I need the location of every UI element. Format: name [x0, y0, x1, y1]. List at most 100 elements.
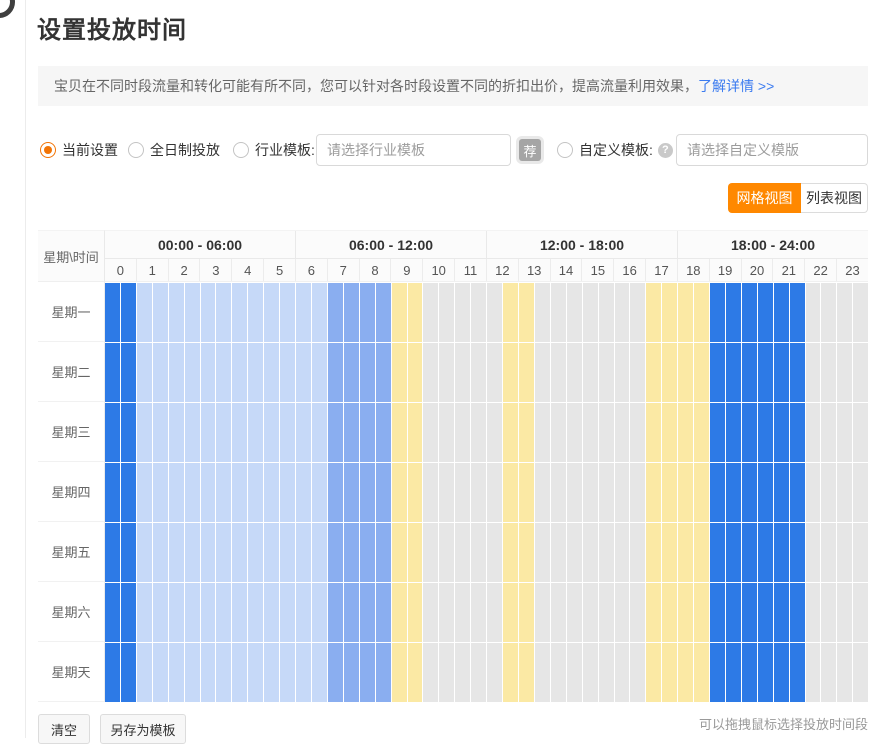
time-slot[interactable] — [423, 463, 438, 522]
time-slot[interactable] — [710, 343, 725, 402]
time-slot[interactable] — [216, 583, 231, 642]
time-slot[interactable] — [710, 583, 725, 642]
time-slot[interactable] — [455, 403, 470, 462]
time-slot[interactable] — [105, 403, 120, 462]
time-slot[interactable] — [408, 343, 423, 402]
time-slot[interactable] — [503, 463, 518, 522]
time-slot[interactable] — [519, 463, 534, 522]
time-slot[interactable] — [678, 523, 693, 582]
time-slot[interactable] — [455, 283, 470, 342]
time-slot[interactable] — [821, 403, 836, 462]
time-slot[interactable] — [503, 523, 518, 582]
time-slot[interactable] — [853, 403, 868, 462]
time-slot[interactable] — [392, 343, 407, 402]
time-slot[interactable] — [758, 463, 773, 522]
time-slot[interactable] — [312, 463, 327, 522]
time-slot[interactable] — [280, 523, 295, 582]
time-slot[interactable] — [790, 643, 805, 702]
time-slot[interactable] — [630, 583, 645, 642]
time-slot[interactable] — [296, 283, 311, 342]
time-slot[interactable] — [662, 283, 677, 342]
time-slot[interactable] — [806, 583, 821, 642]
time-slot[interactable] — [774, 463, 789, 522]
time-slot[interactable] — [121, 283, 136, 342]
time-slot[interactable] — [312, 403, 327, 462]
time-slot[interactable] — [216, 523, 231, 582]
time-slot[interactable] — [248, 583, 263, 642]
time-slot[interactable] — [583, 523, 598, 582]
time-slot[interactable] — [790, 463, 805, 522]
time-slot[interactable] — [758, 343, 773, 402]
time-slot[interactable] — [742, 523, 757, 582]
time-slot[interactable] — [439, 643, 454, 702]
time-slot[interactable] — [694, 343, 709, 402]
time-slot[interactable] — [599, 283, 614, 342]
time-slot[interactable] — [201, 643, 216, 702]
time-slot[interactable] — [232, 643, 247, 702]
time-slot[interactable] — [535, 643, 550, 702]
time-slot[interactable] — [439, 283, 454, 342]
time-slot[interactable] — [137, 283, 152, 342]
time-slot[interactable] — [551, 523, 566, 582]
time-slot[interactable] — [630, 403, 645, 462]
time-slot[interactable] — [742, 403, 757, 462]
time-slot[interactable] — [726, 463, 741, 522]
time-slot[interactable] — [360, 583, 375, 642]
time-slot[interactable] — [185, 583, 200, 642]
time-slot[interactable] — [630, 283, 645, 342]
time-slot[interactable] — [837, 523, 852, 582]
time-slot[interactable] — [296, 643, 311, 702]
time-slot[interactable] — [232, 583, 247, 642]
time-slot[interactable] — [726, 523, 741, 582]
time-slot[interactable] — [821, 643, 836, 702]
time-slot[interactable] — [408, 583, 423, 642]
time-slot[interactable] — [710, 463, 725, 522]
time-slot[interactable] — [264, 283, 279, 342]
time-slot[interactable] — [201, 343, 216, 402]
time-slot[interactable] — [344, 523, 359, 582]
time-slot[interactable] — [471, 283, 486, 342]
time-slot[interactable] — [328, 583, 343, 642]
time-slot[interactable] — [392, 283, 407, 342]
time-slot[interactable] — [328, 643, 343, 702]
time-slot[interactable] — [312, 643, 327, 702]
time-slot[interactable] — [758, 643, 773, 702]
time-slot[interactable] — [503, 583, 518, 642]
time-slot[interactable] — [774, 583, 789, 642]
time-slot[interactable] — [551, 643, 566, 702]
time-slot[interactable] — [248, 403, 263, 462]
time-slot[interactable] — [423, 283, 438, 342]
time-slot[interactable] — [153, 403, 168, 462]
time-slot[interactable] — [630, 643, 645, 702]
time-slot[interactable] — [694, 283, 709, 342]
time-slot[interactable] — [615, 283, 630, 342]
time-slot[interactable] — [599, 463, 614, 522]
time-slot[interactable] — [248, 343, 263, 402]
time-slot[interactable] — [503, 403, 518, 462]
time-slot[interactable] — [853, 463, 868, 522]
time-slot[interactable] — [376, 523, 391, 582]
time-slot[interactable] — [216, 343, 231, 402]
time-slot[interactable] — [423, 523, 438, 582]
time-slot[interactable] — [376, 283, 391, 342]
time-slot[interactable] — [774, 643, 789, 702]
time-slot[interactable] — [439, 343, 454, 402]
time-slot[interactable] — [455, 343, 470, 402]
time-slot[interactable] — [726, 343, 741, 402]
time-slot[interactable] — [344, 343, 359, 402]
time-slot[interactable] — [121, 643, 136, 702]
time-slot[interactable] — [853, 283, 868, 342]
time-slot[interactable] — [821, 583, 836, 642]
time-slot[interactable] — [423, 583, 438, 642]
time-slot[interactable] — [837, 283, 852, 342]
time-slot[interactable] — [551, 343, 566, 402]
time-slot[interactable] — [137, 643, 152, 702]
time-slot[interactable] — [423, 643, 438, 702]
time-slot[interactable] — [153, 463, 168, 522]
time-slot[interactable] — [408, 643, 423, 702]
time-slot[interactable] — [201, 283, 216, 342]
time-slot[interactable] — [185, 283, 200, 342]
time-slot[interactable] — [153, 343, 168, 402]
time-slot[interactable] — [312, 283, 327, 342]
time-slot[interactable] — [503, 283, 518, 342]
